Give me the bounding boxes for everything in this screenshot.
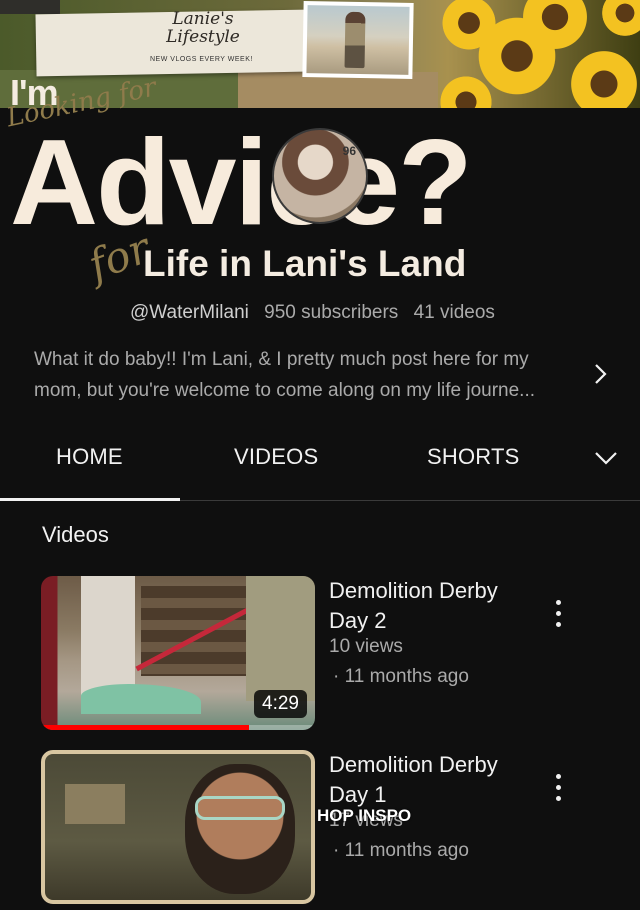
banner-strip bbox=[0, 0, 60, 14]
banner-logo-line2: Lifestyle bbox=[166, 27, 240, 47]
tab-selected-indicator bbox=[0, 498, 180, 501]
banner-logo: Lanie's Lifestyle bbox=[148, 10, 258, 46]
section-title: Videos bbox=[42, 522, 109, 547]
banner-logo-line1: Lanie's bbox=[172, 9, 234, 29]
banner-tagline: NEW VLOGS EVERY WEEK! bbox=[150, 56, 253, 63]
banner-advice-text: Advice? bbox=[10, 114, 473, 250]
channel-description[interactable]: What it do baby!! I'm Lani, & I pretty m… bbox=[34, 344, 574, 406]
video-thumbnail[interactable] bbox=[41, 750, 315, 904]
tab-home[interactable]: HOME bbox=[56, 444, 123, 470]
more-options-icon[interactable] bbox=[548, 600, 568, 634]
video-duration: 4:29 bbox=[254, 690, 307, 718]
channel-handle[interactable]: @WaterMilani bbox=[130, 302, 249, 323]
banner-photo bbox=[302, 1, 414, 79]
chevron-right-icon[interactable] bbox=[590, 360, 612, 388]
video-item[interactable]: Demolition Derby Day 1 17 views · 11 mon… bbox=[0, 750, 640, 910]
sunflower-icon bbox=[568, 48, 640, 108]
video-item[interactable]: 4:29 Demolition Derby Day 2 10 views · 1… bbox=[0, 576, 640, 736]
video-title[interactable]: Demolition Derby Day 2 bbox=[329, 576, 529, 636]
sunflower-icon bbox=[600, 0, 640, 38]
more-options-icon[interactable] bbox=[548, 774, 568, 808]
channel-meta: @WaterMilani 950 subscribers 41 videos bbox=[130, 302, 505, 324]
thumbnail-overlay-text: HOP INSPO bbox=[317, 806, 412, 825]
watch-progress-fill bbox=[41, 725, 250, 730]
chevron-down-icon[interactable] bbox=[592, 446, 620, 470]
banner-photo-figure bbox=[344, 11, 366, 69]
video-title[interactable]: Demolition Derby Day 1 bbox=[329, 750, 529, 810]
tab-shorts[interactable]: SHORTS bbox=[427, 444, 519, 470]
watch-progress-bar bbox=[41, 725, 315, 730]
channel-avatar[interactable]: 96 bbox=[272, 128, 368, 224]
video-age: · 11 months ago bbox=[333, 666, 469, 687]
video-views: 10 views bbox=[329, 636, 403, 657]
channel-title: Life in Lani's Land bbox=[143, 243, 467, 284]
channel-tabs: HOME VIDEOS SHORTS bbox=[0, 420, 640, 501]
avatar-badge: 96 bbox=[342, 144, 356, 158]
video-thumbnail[interactable]: 4:29 bbox=[41, 576, 315, 730]
tab-videos[interactable]: VIDEOS bbox=[234, 444, 318, 470]
video-count: 41 videos bbox=[413, 302, 495, 323]
subscriber-count: 950 subscribers bbox=[264, 302, 399, 323]
video-age: · 11 months ago bbox=[333, 840, 469, 861]
